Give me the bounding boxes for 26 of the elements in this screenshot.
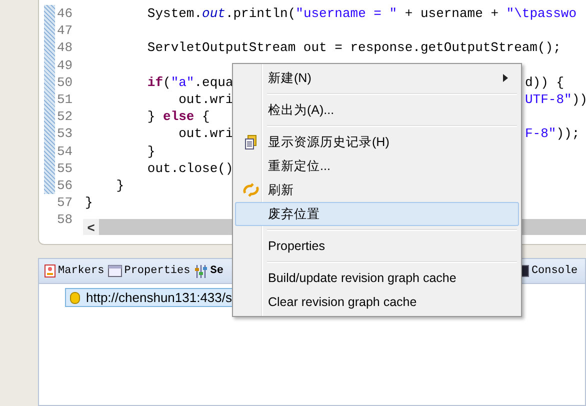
code-text: ServletOutputStream out = response.getOutputStream(); (146, 40, 561, 56)
line-number: 47 (57, 23, 74, 38)
code-text: F-8")); (525, 126, 580, 142)
line-number: 51 (57, 92, 74, 108)
code-text: System.out.println("username = " + username + "\tpasswo (146, 6, 577, 22)
code-text: } else { (146, 109, 210, 124)
line-number: 46 (57, 6, 74, 22)
line-number: 49 (57, 58, 74, 73)
line-number: 53 (57, 126, 74, 142)
code-text: d)) { (525, 74, 564, 90)
code-text: } (146, 144, 156, 159)
code-text: } (85, 195, 93, 210)
code-text: out.wri (178, 126, 234, 142)
line-number: 54 (57, 144, 74, 159)
line-number: 55 (57, 160, 74, 176)
code-text: } (115, 178, 124, 193)
line-number: 48 (57, 40, 74, 56)
code-text: UTF-8")) (525, 92, 586, 108)
line-number: 56 (57, 178, 74, 193)
code-text: out.wri (178, 92, 234, 108)
line-number: 57 (57, 195, 74, 210)
line-number: 52 (57, 109, 74, 124)
code-text: out.close() (146, 160, 234, 176)
line-number: 58 (57, 212, 74, 228)
line-number: 50 (57, 74, 74, 90)
code-text: if("a".equa (146, 74, 234, 90)
